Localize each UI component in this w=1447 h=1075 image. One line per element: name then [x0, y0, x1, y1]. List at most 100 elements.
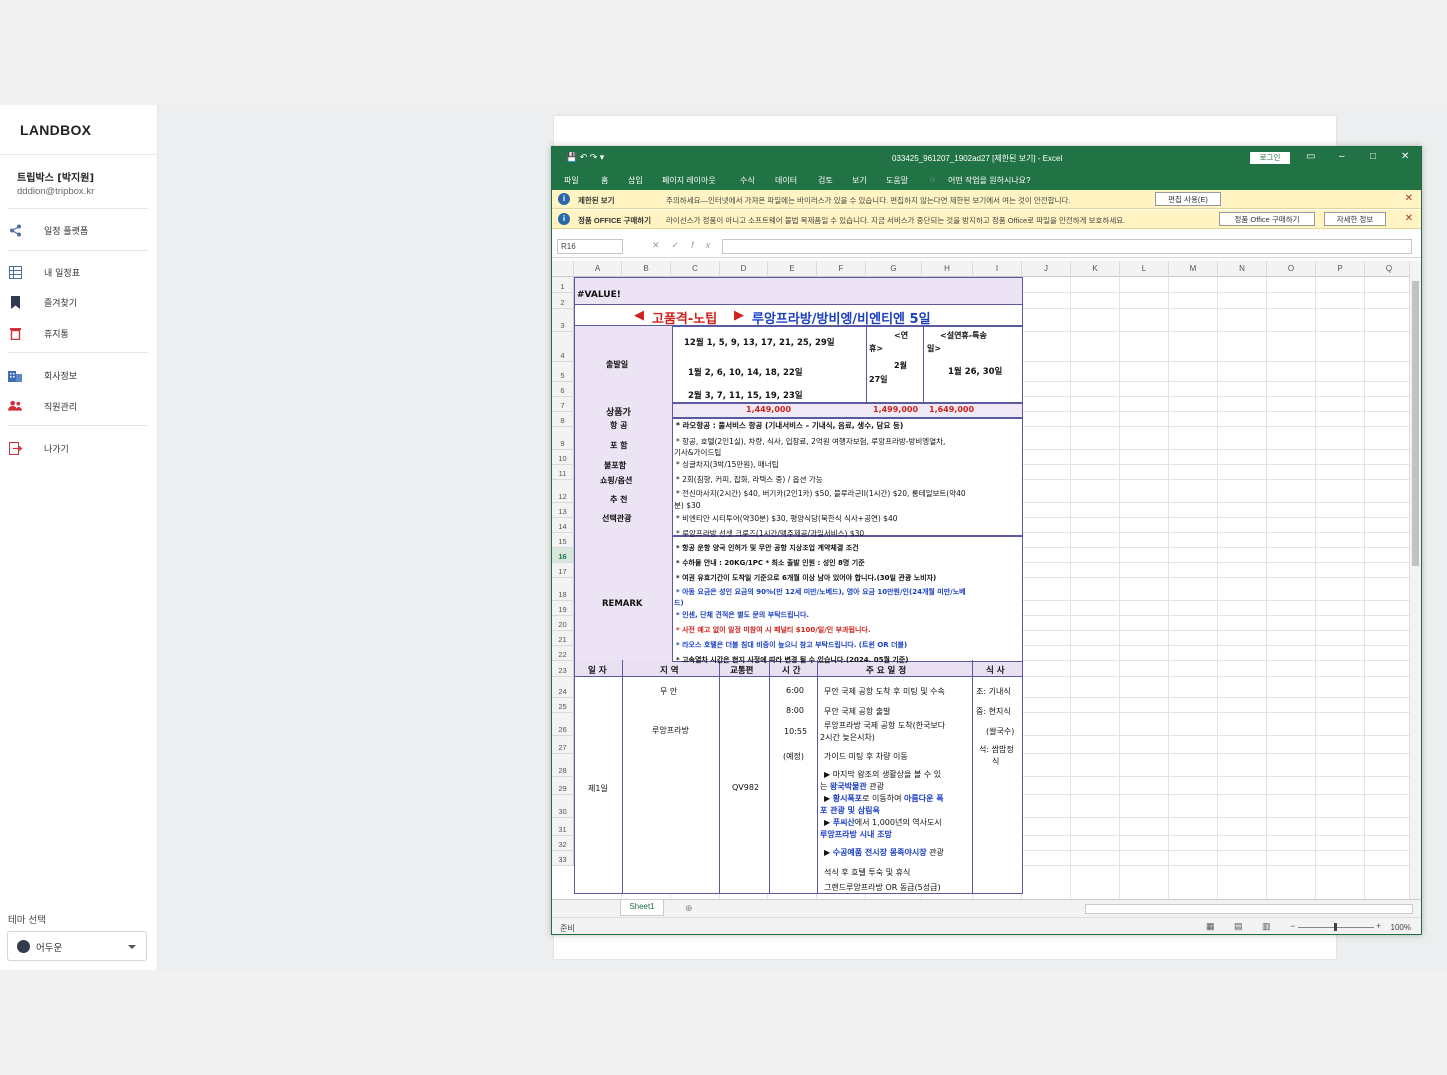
tab-review[interactable]: 검토: [818, 175, 833, 186]
row-header[interactable]: 7: [552, 397, 574, 412]
row-header[interactable]: 28: [552, 754, 574, 777]
tab-insert[interactable]: 삽입: [628, 175, 643, 186]
minimize-icon[interactable]: –: [1339, 151, 1345, 162]
row-header[interactable]: 18: [552, 578, 574, 601]
column-header-b[interactable]: B: [622, 261, 671, 277]
page-layout-icon[interactable]: ▤: [1234, 921, 1243, 932]
tab-formulas[interactable]: 수식: [740, 175, 755, 186]
excl-text: * 싱글차지(3박/15만원), 매너팁: [676, 460, 779, 469]
sidebar-item-label: 일정 플랫폼: [44, 226, 89, 237]
normal-view-icon[interactable]: ▦: [1206, 921, 1215, 932]
tab-help[interactable]: 도움말: [886, 175, 908, 186]
row-header[interactable]: 15: [552, 533, 574, 548]
enable-editing-button[interactable]: 편집 사용(E): [1155, 192, 1221, 206]
horizontal-scrollbar[interactable]: [1085, 904, 1413, 914]
column-header-c[interactable]: C: [671, 261, 720, 277]
ribbon-display-icon[interactable]: ▭: [1306, 151, 1315, 162]
row-header[interactable]: 20: [552, 616, 574, 631]
row-header[interactable]: 14: [552, 518, 574, 533]
row-header[interactable]: 29: [552, 777, 574, 795]
row-header[interactable]: 26: [552, 713, 574, 736]
column-header-f[interactable]: F: [817, 261, 866, 277]
column-header-h[interactable]: H: [922, 261, 973, 277]
tab-file[interactable]: 파일: [564, 175, 579, 186]
tell-me-search[interactable]: 어떤 작업을 원하시나요?: [948, 175, 1031, 186]
column-header-g[interactable]: G: [866, 261, 922, 277]
tab-page-layout[interactable]: 페이지 레이아웃: [662, 175, 716, 186]
column-header-j[interactable]: J: [1022, 261, 1071, 277]
logo[interactable]: LANDBOX: [20, 122, 91, 138]
sidebar-item-my-schedule[interactable]: 내 일정표: [0, 259, 150, 285]
zoom-in-icon[interactable]: +: [1376, 921, 1381, 931]
row-header[interactable]: 27: [552, 736, 574, 754]
quick-access-toolbar[interactable]: 💾 ↶ ↷ ▾: [566, 152, 604, 163]
row-header[interactable]: 32: [552, 836, 574, 851]
row-header[interactable]: 30: [552, 795, 574, 818]
row-header[interactable]: 12: [552, 480, 574, 503]
column-header-k[interactable]: K: [1071, 261, 1120, 277]
row-header[interactable]: 13: [552, 503, 574, 518]
row-header[interactable]: 11: [552, 465, 574, 480]
sidebar-item-company[interactable]: 회사정보: [0, 362, 150, 388]
column-header-n[interactable]: N: [1218, 261, 1267, 277]
tab-data[interactable]: 데이터: [775, 175, 797, 186]
row-header[interactable]: 31: [552, 818, 574, 836]
close-icon[interactable]: ✕: [1401, 151, 1409, 162]
name-box[interactable]: R16: [557, 239, 623, 254]
column-header-e[interactable]: E: [768, 261, 817, 277]
close-icon[interactable]: ✕: [1405, 193, 1413, 204]
sheet-tab[interactable]: Sheet1: [620, 900, 664, 916]
column-header-o[interactable]: O: [1267, 261, 1316, 277]
add-sheet-icon[interactable]: ⊕: [685, 903, 693, 914]
row-header[interactable]: 4: [552, 332, 574, 362]
row-header[interactable]: 8: [552, 412, 574, 427]
row-header[interactable]: 9: [552, 427, 574, 450]
row-header[interactable]: 3: [552, 309, 574, 332]
row-header[interactable]: 17: [552, 563, 574, 578]
theme-select[interactable]: 어두운: [7, 931, 147, 961]
maximize-icon[interactable]: □: [1370, 151, 1376, 162]
column-header-q[interactable]: Q: [1365, 261, 1409, 277]
sidebar-item-favorites[interactable]: 즐겨찾기: [0, 289, 150, 315]
zoom-out-icon[interactable]: −: [1290, 921, 1295, 931]
tab-home[interactable]: 홈: [601, 175, 608, 186]
buy-office-button[interactable]: 정품 Office 구매하기: [1219, 212, 1315, 226]
row-header[interactable]: 33: [552, 851, 574, 866]
cells[interactable]: #VALUE! ◀ 고품격-노팁 ▶ 루앙프라방/방비엥/비엔티엔 5일 출발일…: [574, 277, 1409, 899]
row-header[interactable]: 24: [552, 677, 574, 698]
vertical-scrollbar[interactable]: [1409, 261, 1421, 899]
select-all-corner[interactable]: [552, 261, 574, 277]
column-header-i[interactable]: I: [973, 261, 1022, 277]
row-header[interactable]: 1: [552, 277, 574, 293]
row-header[interactable]: 6: [552, 382, 574, 397]
divider: [8, 250, 148, 251]
row-header[interactable]: 10: [552, 450, 574, 465]
spreadsheet-grid[interactable]: ABCDEFGHIJKLMNOPQ 1 2 3 4 5 6 7 8 9 10 11 12 13 14 15 1…: [552, 261, 1409, 899]
column-header-d[interactable]: D: [720, 261, 768, 277]
login-button[interactable]: 로그인: [1250, 152, 1290, 164]
row-header[interactable]: 5: [552, 362, 574, 382]
row-header[interactable]: 19: [552, 601, 574, 616]
page-break-icon[interactable]: ▥: [1262, 921, 1271, 932]
column-header-a[interactable]: A: [574, 261, 622, 277]
formula-input[interactable]: [722, 239, 1412, 254]
tab-view[interactable]: 보기: [852, 175, 867, 186]
row-header[interactable]: 21: [552, 631, 574, 646]
zoom-knob[interactable]: [1334, 923, 1337, 931]
sidebar-item-label: 즐겨찾기: [44, 298, 78, 309]
row-header[interactable]: 16: [552, 548, 574, 563]
row-header[interactable]: 23: [552, 661, 574, 677]
scroll-thumb[interactable]: [1412, 281, 1419, 566]
row-header[interactable]: 22: [552, 646, 574, 661]
row-header[interactable]: 2: [552, 293, 574, 309]
sidebar-item-trash[interactable]: 휴지통: [0, 320, 150, 346]
column-header-l[interactable]: L: [1120, 261, 1169, 277]
sidebar-item-staff[interactable]: 직원관리: [0, 393, 150, 419]
row-header[interactable]: 25: [552, 698, 574, 713]
column-header-p[interactable]: P: [1316, 261, 1365, 277]
sidebar-item-schedule-platform[interactable]: 일정 플랫폼: [0, 217, 150, 243]
column-header-m[interactable]: M: [1169, 261, 1218, 277]
close-icon[interactable]: ✕: [1405, 213, 1413, 224]
more-info-button[interactable]: 자세한 정보: [1324, 212, 1386, 226]
sidebar-item-logout[interactable]: 나가기: [0, 435, 150, 461]
